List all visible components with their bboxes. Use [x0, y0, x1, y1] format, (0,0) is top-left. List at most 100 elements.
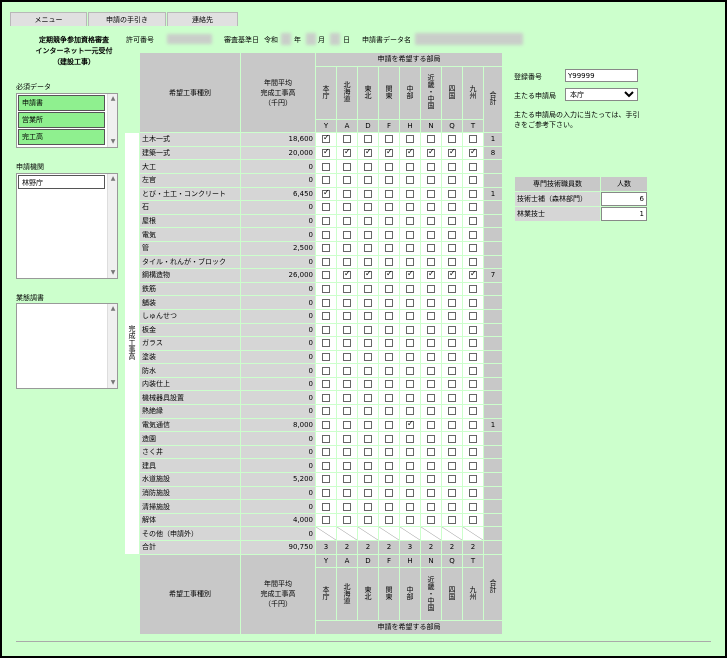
checkbox[interactable]	[385, 285, 393, 294]
checkbox[interactable]	[385, 312, 393, 321]
checkbox[interactable]	[385, 230, 393, 239]
checkbox[interactable]	[322, 271, 330, 280]
checkbox[interactable]	[364, 312, 372, 321]
checkbox[interactable]	[448, 217, 456, 226]
checkbox[interactable]	[469, 502, 477, 511]
checkbox[interactable]	[364, 176, 372, 185]
scroll-down-icon[interactable]: ▼	[108, 137, 118, 147]
checkbox[interactable]	[385, 488, 393, 497]
checkbox[interactable]	[448, 135, 456, 144]
checkbox[interactable]	[406, 285, 414, 294]
checkbox[interactable]	[406, 312, 414, 321]
checkbox[interactable]	[343, 312, 351, 321]
checkbox[interactable]	[343, 257, 351, 266]
checkbox[interactable]	[406, 217, 414, 226]
data-name-redacted[interactable]	[415, 33, 523, 45]
checkbox[interactable]	[343, 502, 351, 511]
eng-count-input[interactable]: 1	[601, 207, 647, 221]
checkbox[interactable]	[469, 475, 477, 484]
checkbox-checked[interactable]	[385, 147, 393, 158]
checkbox[interactable]	[322, 339, 330, 348]
checkbox[interactable]	[469, 325, 477, 334]
checkbox[interactable]	[343, 176, 351, 185]
checkbox[interactable]	[343, 448, 351, 457]
checkbox[interactable]	[406, 393, 414, 402]
checkbox[interactable]	[469, 176, 477, 185]
checkbox[interactable]	[448, 257, 456, 266]
checkbox[interactable]	[364, 230, 372, 239]
checkbox[interactable]	[343, 352, 351, 361]
checkbox-checked[interactable]	[406, 147, 414, 158]
checkbox[interactable]	[448, 475, 456, 484]
checkbox[interactable]	[427, 502, 435, 511]
checkbox[interactable]	[364, 257, 372, 266]
checkbox[interactable]	[406, 230, 414, 239]
checkbox[interactable]	[448, 516, 456, 525]
checkbox[interactable]	[385, 461, 393, 470]
checkbox[interactable]	[427, 203, 435, 212]
checkbox[interactable]	[364, 475, 372, 484]
checkbox[interactable]	[364, 434, 372, 443]
checkbox[interactable]	[322, 461, 330, 470]
reg-number-input[interactable]	[565, 69, 638, 82]
checkbox[interactable]	[427, 176, 435, 185]
checkbox[interactable]	[448, 461, 456, 470]
main-office-select[interactable]: 本庁	[565, 88, 638, 101]
required-data-list[interactable]: 申請書 営業所 完工高 ▲ ▼	[16, 93, 118, 148]
checkbox[interactable]	[364, 380, 372, 389]
checkbox[interactable]	[469, 244, 477, 253]
checkbox[interactable]	[469, 420, 477, 429]
checkbox[interactable]	[406, 176, 414, 185]
scrollbar[interactable]: ▲ ▼	[107, 174, 117, 278]
day-redacted[interactable]	[330, 33, 340, 45]
checkbox[interactable]	[406, 502, 414, 511]
checkbox[interactable]	[385, 516, 393, 525]
checkbox[interactable]	[448, 407, 456, 416]
checkbox[interactable]	[469, 448, 477, 457]
checkbox-checked[interactable]	[427, 269, 435, 280]
checkbox[interactable]	[343, 244, 351, 253]
scroll-down-icon[interactable]: ▼	[108, 378, 118, 388]
checkbox[interactable]	[364, 516, 372, 525]
checkbox[interactable]	[322, 312, 330, 321]
checkbox-checked[interactable]	[322, 133, 330, 144]
checkbox[interactable]	[427, 475, 435, 484]
checkbox[interactable]	[322, 434, 330, 443]
checkbox[interactable]	[385, 352, 393, 361]
checkbox[interactable]	[364, 135, 372, 144]
scroll-up-icon[interactable]: ▲	[108, 94, 118, 104]
checkbox[interactable]	[322, 502, 330, 511]
checkbox[interactable]	[406, 366, 414, 375]
checkbox[interactable]	[322, 285, 330, 294]
checkbox[interactable]	[322, 448, 330, 457]
checkbox[interactable]	[343, 461, 351, 470]
checkbox[interactable]	[406, 162, 414, 171]
checkbox[interactable]	[448, 339, 456, 348]
checkbox[interactable]	[448, 312, 456, 321]
checkbox[interactable]	[469, 298, 477, 307]
agency-list[interactable]: 林野庁 ▲ ▼	[16, 173, 118, 279]
checkbox[interactable]	[385, 176, 393, 185]
checkbox[interactable]	[406, 434, 414, 443]
checkbox[interactable]	[469, 230, 477, 239]
checkbox[interactable]	[322, 420, 330, 429]
list-item[interactable]: 営業所	[18, 112, 105, 128]
list-item[interactable]: 完工高	[18, 129, 105, 145]
checkbox-checked[interactable]	[406, 419, 414, 429]
checkbox[interactable]	[364, 502, 372, 511]
checkbox[interactable]	[364, 407, 372, 416]
checkbox[interactable]	[406, 516, 414, 525]
checkbox[interactable]	[364, 162, 372, 171]
checkbox[interactable]	[427, 285, 435, 294]
checkbox[interactable]	[364, 420, 372, 429]
checkbox[interactable]	[343, 217, 351, 226]
checkbox[interactable]	[322, 366, 330, 375]
checkbox[interactable]	[448, 244, 456, 253]
checkbox[interactable]	[364, 325, 372, 334]
checkbox[interactable]	[385, 257, 393, 266]
checkbox[interactable]	[406, 325, 414, 334]
checkbox[interactable]	[427, 366, 435, 375]
checkbox[interactable]	[469, 366, 477, 375]
checkbox[interactable]	[448, 502, 456, 511]
checkbox[interactable]	[343, 285, 351, 294]
